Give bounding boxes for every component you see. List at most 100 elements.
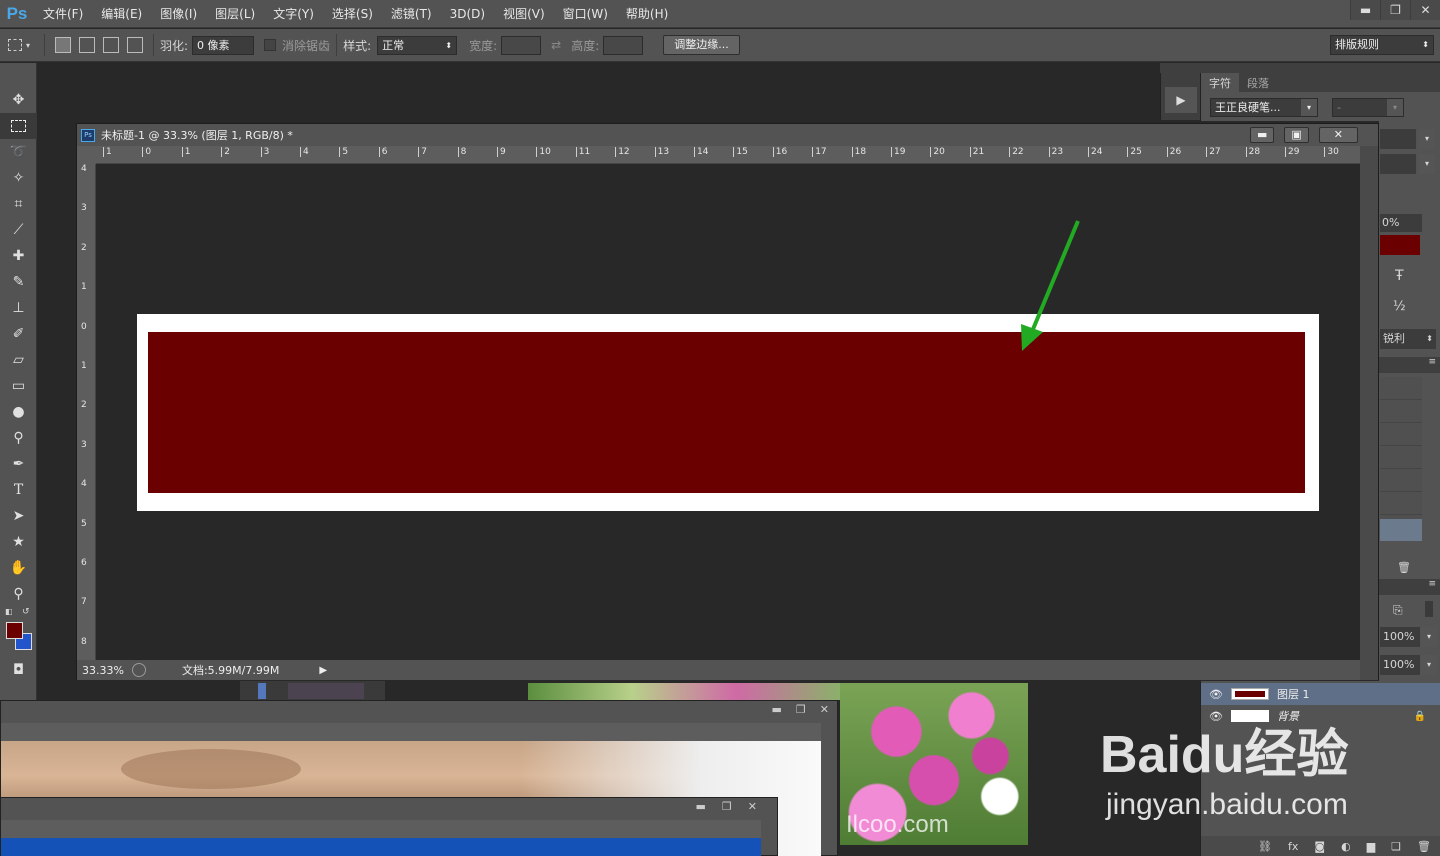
adjustment-icon[interactable]: ◐ bbox=[1341, 840, 1351, 853]
restore-button[interactable]: ❐ bbox=[1380, 0, 1410, 20]
chevron-down-icon[interactable]: ▾ bbox=[1421, 627, 1437, 647]
menu-item-7[interactable]: 3D(D) bbox=[441, 0, 494, 28]
document-size: 文档:5.99M/7.99M bbox=[181, 664, 280, 677]
new-selection-icon[interactable] bbox=[55, 37, 71, 53]
feather-input[interactable]: 0 像素 bbox=[192, 35, 255, 55]
font-style-select[interactable]: - ▾ bbox=[1332, 98, 1404, 117]
fill-input[interactable]: 100% bbox=[1380, 655, 1420, 675]
menu-item-9[interactable]: 窗口(W) bbox=[554, 0, 617, 28]
menu-item-10[interactable]: 帮助(H) bbox=[617, 0, 677, 28]
menu-item-8[interactable]: 视图(V) bbox=[494, 0, 554, 28]
height-label: 高度: bbox=[571, 38, 600, 53]
mask-icon[interactable]: ◙ bbox=[1314, 840, 1325, 853]
quick-mask-icon[interactable]: ◘ bbox=[0, 657, 37, 683]
subtract-selection-icon[interactable] bbox=[103, 37, 119, 53]
menu-item-6[interactable]: 滤镜(T) bbox=[382, 0, 441, 28]
intersect-selection-icon[interactable] bbox=[127, 37, 143, 53]
link-icon[interactable]: ⛓ bbox=[1258, 840, 1272, 853]
play-icon[interactable]: ▶ bbox=[1165, 87, 1197, 113]
size-input[interactable] bbox=[1380, 129, 1416, 149]
zoom-tool-icon[interactable]: ⚲ bbox=[0, 581, 37, 607]
document-window[interactable]: Ps 未标题-1 @ 33.3% (图层 1, RGB/8) * ▬ ▣ ✕ 1… bbox=[76, 123, 1379, 680]
pen-tool-icon[interactable]: ✒ bbox=[0, 451, 37, 477]
chevron-down-icon[interactable]: ▾ bbox=[1419, 129, 1435, 149]
status-bar: 33.33% 文档:5.99M/7.99M ▶ bbox=[77, 660, 1360, 680]
menu-item-1[interactable]: 编辑(E) bbox=[92, 0, 151, 28]
trash-icon[interactable]: 🗑 bbox=[1397, 561, 1411, 574]
dodge-tool-icon[interactable]: ⚲ bbox=[0, 425, 37, 451]
ruler-h-tick: 30 bbox=[1324, 147, 1339, 157]
selected-style-row[interactable] bbox=[1380, 519, 1422, 541]
text-color-swatch[interactable] bbox=[1380, 235, 1420, 255]
workspace-select[interactable]: 排版规则 ⬍ bbox=[1330, 35, 1434, 55]
doc-close-button[interactable]: ✕ bbox=[1318, 127, 1358, 143]
shape-tool-icon[interactable]: ★ bbox=[0, 529, 37, 555]
lasso-tool-icon[interactable]: ➰ bbox=[0, 139, 37, 165]
antialias-select[interactable]: 锐利 ⬍ bbox=[1380, 329, 1436, 349]
stamp-tool-icon[interactable]: ⊥ bbox=[0, 295, 37, 321]
watermark-brand: Baidu经验 bbox=[1100, 726, 1349, 784]
refine-edge-button[interactable]: 调整边缘... bbox=[663, 35, 740, 55]
magic-wand-icon[interactable]: ✧ bbox=[0, 165, 37, 191]
strikethrough-icon[interactable]: Ŧ bbox=[1395, 268, 1404, 284]
doc-restore-button[interactable]: ▣ bbox=[1284, 127, 1309, 143]
canvas-area[interactable] bbox=[96, 164, 1360, 660]
menu-item-5[interactable]: 选择(S) bbox=[323, 0, 382, 28]
vertical-scrollbar[interactable] bbox=[1360, 146, 1378, 680]
document-tab[interactable]: Ps 未标题-1 @ 33.3% (图层 1, RGB/8) * ▬ ▣ ✕ bbox=[77, 124, 1378, 146]
default-colors-icon[interactable]: ◧ bbox=[5, 607, 13, 616]
panel-side-strip: ▾ ▾ 0% Ŧ ½ 锐利 ⬍ ≡ 🗑 ≡ ⎘ 100% ▾ 100% ▾ bbox=[1379, 121, 1440, 681]
opacity-input[interactable]: 100% bbox=[1380, 627, 1420, 647]
new-layer-icon[interactable]: ❏ bbox=[1391, 840, 1401, 853]
scale-input[interactable]: 0% bbox=[1380, 214, 1422, 232]
fx-icon[interactable]: fx bbox=[1288, 840, 1298, 853]
chevron-down-icon[interactable]: ▾ bbox=[1421, 655, 1437, 675]
marquee-preset-picker[interactable]: ▾ bbox=[8, 39, 38, 51]
swap-colors-icon[interactable]: ↺ bbox=[22, 607, 30, 617]
styles-list[interactable] bbox=[1380, 377, 1422, 527]
menu-item-3[interactable]: 图层(L) bbox=[206, 0, 264, 28]
font-family-select[interactable]: 王正良硬笔... ▾ bbox=[1210, 98, 1318, 117]
chevron-down-icon[interactable]: ▾ bbox=[1419, 154, 1435, 174]
fraction-icon[interactable]: ½ bbox=[1393, 299, 1406, 314]
marquee-tool-icon[interactable] bbox=[0, 113, 37, 139]
layer-row-layer1[interactable]: 👁 图层 1 bbox=[1201, 683, 1440, 705]
minimize-button[interactable]: ▬ bbox=[1350, 0, 1380, 20]
panel-menu-icon[interactable]: ≡ bbox=[1379, 357, 1440, 373]
scroll-thumb[interactable] bbox=[1425, 601, 1433, 617]
ruler-h-tick: 4 bbox=[300, 147, 309, 157]
trash-icon[interactable]: 🗑 bbox=[1417, 840, 1431, 853]
status-menu-arrow-icon[interactable]: ▶ bbox=[319, 665, 327, 676]
path-select-icon[interactable]: ➤ bbox=[0, 503, 37, 529]
menu-item-4[interactable]: 文字(Y) bbox=[264, 0, 323, 28]
folder-icon[interactable]: ▆ bbox=[1367, 840, 1375, 853]
eraser-tool-icon[interactable]: ▱ bbox=[0, 347, 37, 373]
panel-menu-icon[interactable]: ≡ bbox=[1379, 579, 1440, 595]
menu-item-2[interactable]: 图像(I) bbox=[151, 0, 206, 28]
tab-character[interactable]: 字符 bbox=[1201, 73, 1239, 92]
hand-tool-icon[interactable]: ✋ bbox=[0, 555, 37, 581]
antialias-checkbox[interactable] bbox=[264, 39, 277, 51]
page-icon[interactable]: ⎘ bbox=[1393, 603, 1403, 618]
visibility-eye-icon[interactable]: 👁 bbox=[1201, 688, 1231, 701]
healing-brush-icon[interactable]: ✚ bbox=[0, 243, 37, 269]
gradient-tool-icon[interactable]: ▭ bbox=[0, 373, 37, 399]
history-brush-icon[interactable]: ✐ bbox=[0, 321, 37, 347]
move-tool-icon[interactable]: ✥ bbox=[0, 87, 37, 113]
ruler-origin[interactable] bbox=[77, 146, 96, 164]
crop-tool-icon[interactable]: ⌗ bbox=[0, 191, 37, 217]
blur-tool-icon[interactable]: ● bbox=[0, 399, 37, 425]
brush-tool-icon[interactable]: ✎ bbox=[0, 269, 37, 295]
doc-minimize-button[interactable]: ▬ bbox=[1249, 127, 1275, 143]
eyedropper-icon[interactable]: ⟋ bbox=[0, 217, 37, 243]
style-select[interactable]: 正常 ⬍ bbox=[377, 35, 458, 55]
menu-item-0[interactable]: 文件(F) bbox=[34, 0, 92, 28]
tab-paragraph[interactable]: 段落 bbox=[1239, 73, 1277, 92]
foreground-color-swatch[interactable] bbox=[6, 622, 23, 639]
zoom-level[interactable]: 33.33% bbox=[82, 664, 124, 677]
leading-input[interactable] bbox=[1380, 154, 1416, 174]
close-button[interactable]: ✕ bbox=[1410, 0, 1440, 20]
add-selection-icon[interactable] bbox=[79, 37, 95, 53]
type-tool-icon[interactable]: T bbox=[0, 477, 37, 503]
photoshop-logo: Ps bbox=[6, 3, 28, 23]
